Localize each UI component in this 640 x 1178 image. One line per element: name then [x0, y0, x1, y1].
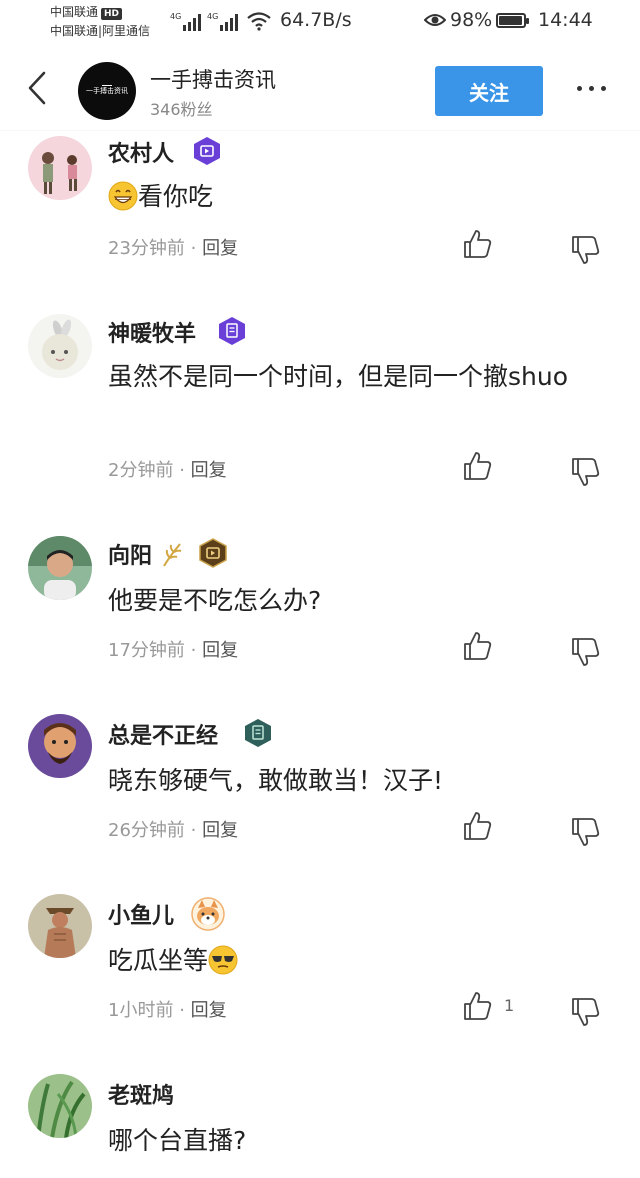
signal-icon: 4G — [170, 12, 201, 31]
carrier-primary: 中国联通 HD — [50, 5, 123, 20]
meta-separator: · — [190, 640, 197, 661]
thumbs-up-icon[interactable] — [462, 810, 494, 842]
comment-time: 2分钟前 — [108, 460, 174, 481]
doc-badge-icon — [245, 719, 271, 747]
meta-separator: · — [179, 460, 185, 481]
thumbs-down-icon[interactable] — [570, 996, 602, 1028]
follow-button[interactable]: 关注 — [435, 66, 543, 116]
user-avatar[interactable] — [28, 714, 92, 778]
video-badge-icon — [194, 137, 220, 165]
comment-meta: 2分钟前 · 回复 — [108, 456, 227, 482]
comment-meta: 1小时前 · 回复 — [108, 996, 227, 1022]
video-badge-icon — [199, 538, 227, 568]
reply-button[interactable]: 回复 — [202, 820, 238, 841]
comment-item: 向阳 他要是不吃怎么办? 17分钟前 · 回复 — [0, 532, 640, 712]
signal-icon-2: 4G — [207, 12, 238, 31]
thumbs-up-icon[interactable] — [462, 990, 494, 1022]
meta-separator: · — [179, 1000, 185, 1021]
username[interactable]: 小鱼儿 — [108, 898, 174, 930]
comment-text: 哪个台直播? — [108, 1126, 247, 1155]
comment-item: 神暖牧羊 虽然不是同一个时间，但是同一个撤shuo 2分钟前 · 回复 — [0, 310, 640, 532]
thumbs-down-icon[interactable] — [570, 636, 602, 668]
comment-item: 总是不正经 晓东够硬气，敢做敢当！汉子! 26分钟前 · 回复 — [0, 712, 640, 892]
meta-separator: · — [190, 238, 197, 259]
grin-emoji-icon — [108, 181, 138, 211]
comment-meta: 23分钟前 · 回复 — [108, 234, 238, 260]
comment-item: 农村人 看你吃 23分钟前 · 回复 — [0, 130, 640, 310]
comment-time: 26分钟前 — [108, 820, 185, 841]
comment-text: 晓东够硬气，敢做敢当！汉子! — [108, 766, 444, 795]
username[interactable]: 老斑鸠 — [108, 1078, 174, 1110]
sunglasses-emoji-icon — [208, 945, 238, 975]
user-avatar[interactable] — [28, 136, 92, 200]
comment-time: 23分钟前 — [108, 238, 185, 259]
comment-time: 17分钟前 — [108, 640, 185, 661]
reply-button[interactable]: 回复 — [191, 1000, 227, 1021]
thumbs-down-icon[interactable] — [570, 234, 602, 266]
comment-meta: 17分钟前 · 回复 — [108, 636, 238, 662]
shiba-badge-icon — [191, 897, 225, 931]
comment-text: 看你吃 — [108, 176, 618, 218]
channel-name[interactable]: 一手搏击资讯 — [150, 64, 276, 94]
comment-item: 老斑鸠 哪个台直播? — [0, 1072, 640, 1178]
signal-label: 4G — [170, 12, 181, 21]
eye-comfort-icon — [424, 14, 446, 26]
user-avatar[interactable] — [28, 314, 92, 378]
comment-text: 吃瓜坐等 — [108, 940, 618, 982]
comment-item: 小鱼儿 吃瓜坐等 1小时前 · 回复 1 — [0, 892, 640, 1072]
carrier-secondary: 中国联通|阿里通信 — [50, 24, 151, 38]
like-count: 1 — [504, 996, 515, 1015]
username[interactable]: 神暖牧羊 — [108, 316, 196, 348]
signal-label-2: 4G — [207, 12, 218, 21]
reply-button[interactable]: 回复 — [191, 460, 227, 481]
comment-time: 1小时前 — [108, 1000, 174, 1021]
wheat-icon — [163, 543, 182, 567]
comment-meta: 26分钟前 · 回复 — [108, 816, 238, 842]
thumbs-up-icon[interactable] — [462, 228, 494, 260]
clock: 14:44 — [538, 9, 593, 31]
username[interactable]: 农村人 — [108, 136, 174, 168]
battery-icon — [496, 13, 529, 28]
hd-badge: HD — [101, 8, 123, 20]
wifi-icon — [247, 12, 271, 31]
username[interactable]: 向阳 — [108, 538, 152, 570]
user-avatar[interactable] — [28, 536, 92, 600]
thumbs-down-icon[interactable] — [570, 816, 602, 848]
comment-text-body: 吃瓜坐等 — [108, 946, 209, 975]
back-icon[interactable] — [24, 70, 54, 106]
status-bar: 中国联通 HD 中国联通|阿里通信 4G 4G 64.7B/s 98% 14:44 — [0, 0, 640, 44]
channel-avatar-text: 一手搏击资讯 — [86, 87, 128, 95]
comment-text: 他要是不吃怎么办? — [108, 586, 322, 615]
comment-text: 虽然不是同一个时间，但是同一个撤shuo — [108, 362, 569, 391]
thumbs-up-icon[interactable] — [462, 450, 494, 482]
thumbs-down-icon[interactable] — [570, 456, 602, 488]
channel-avatar[interactable]: 一手搏击资讯 — [78, 62, 136, 120]
more-options-icon[interactable] — [572, 78, 612, 98]
channel-header: 一手搏击资讯 一手搏击资讯 346粉丝 关注 — [0, 44, 640, 130]
reply-button[interactable]: 回复 — [202, 238, 238, 259]
username[interactable]: 总是不正经 — [108, 718, 218, 750]
thumbs-up-icon[interactable] — [462, 630, 494, 662]
user-avatar[interactable] — [28, 894, 92, 958]
reply-button[interactable]: 回复 — [202, 640, 238, 661]
network-speed: 64.7B/s — [280, 9, 352, 31]
username-text: 向阳 — [108, 544, 153, 569]
battery-fill — [499, 16, 523, 25]
doc-badge-icon — [219, 317, 245, 345]
fan-count: 346粉丝 — [150, 100, 213, 119]
user-avatar[interactable] — [28, 1074, 92, 1138]
meta-separator: · — [190, 820, 197, 841]
battery-percent: 98% — [450, 9, 493, 31]
